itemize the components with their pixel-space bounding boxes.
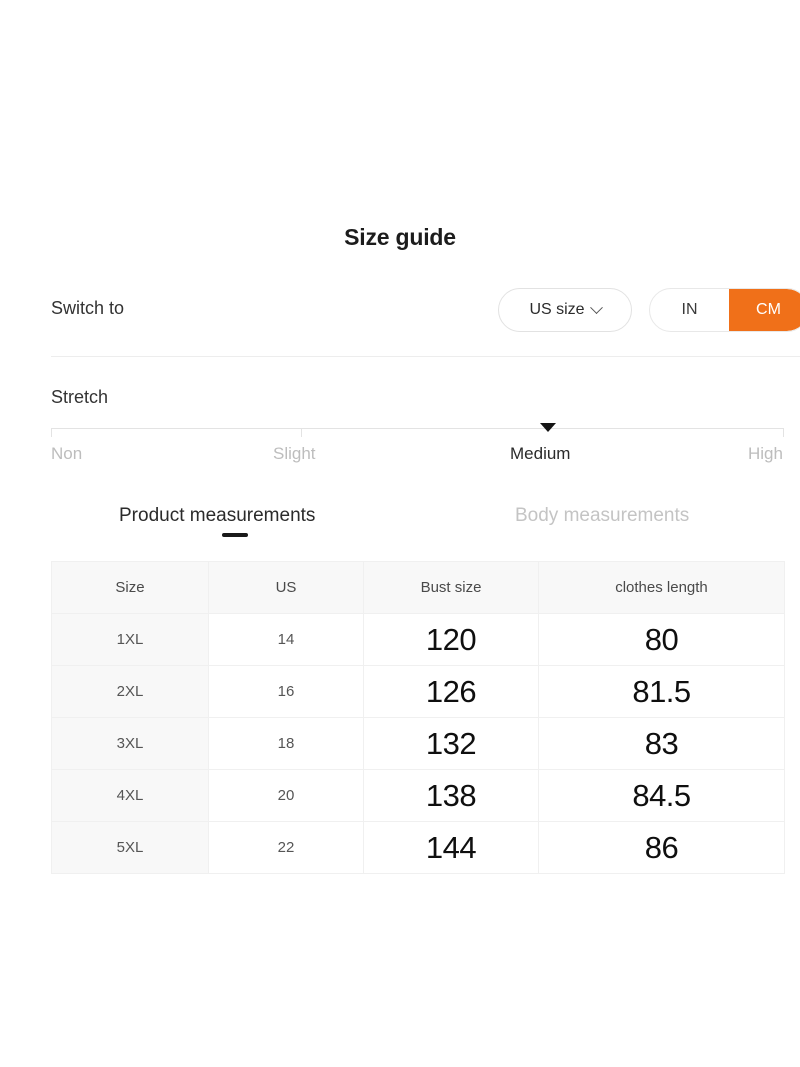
cell-length: 84.5: [539, 770, 785, 822]
chevron-down-icon: [590, 301, 603, 314]
tab-product-measurements[interactable]: Product measurements: [119, 505, 315, 527]
measurement-tabs: Product measurements Body measurements: [51, 505, 784, 547]
cell-length: 81.5: [539, 666, 785, 718]
section-divider: [51, 356, 800, 357]
cell-bust: 144: [364, 822, 539, 874]
cell-bust: 132: [364, 718, 539, 770]
cell-us: 22: [209, 822, 364, 874]
cell-length: 83: [539, 718, 785, 770]
unit-option-cm[interactable]: CM: [729, 289, 800, 331]
stretch-scale-line: [51, 428, 784, 429]
tab-active-indicator: [222, 533, 248, 537]
cell-us: 20: [209, 770, 364, 822]
cell-length: 86: [539, 822, 785, 874]
cell-size: 1XL: [52, 614, 209, 666]
stretch-label: Stretch: [51, 387, 108, 408]
cell-length: 80: [539, 614, 785, 666]
cell-bust: 138: [364, 770, 539, 822]
tab-body-measurements[interactable]: Body measurements: [515, 505, 689, 527]
size-system-value: US size: [529, 301, 584, 319]
column-header-us: US: [209, 562, 364, 614]
table-row: 3XL 18 132 83: [52, 718, 785, 770]
size-guide-page: Size guide Switch to US size IN CM Stret…: [0, 0, 800, 1067]
cell-bust: 120: [364, 614, 539, 666]
switch-to-label: Switch to: [51, 298, 124, 319]
stretch-scale: Non Slight Medium High: [51, 428, 784, 470]
cell-size: 4XL: [52, 770, 209, 822]
cell-us: 14: [209, 614, 364, 666]
triangle-down-marker: [540, 423, 556, 432]
cell-size: 3XL: [52, 718, 209, 770]
cell-us: 18: [209, 718, 364, 770]
page-title: Size guide: [0, 224, 800, 251]
table-row: 2XL 16 126 81.5: [52, 666, 785, 718]
unit-toggle-group[interactable]: IN CM: [649, 288, 800, 332]
table-row: 1XL 14 120 80: [52, 614, 785, 666]
cell-bust: 126: [364, 666, 539, 718]
table-row: 5XL 22 144 86: [52, 822, 785, 874]
switch-units-row: Switch to US size IN CM: [51, 288, 800, 336]
column-header-bust: Bust size: [364, 562, 539, 614]
stretch-tick-2: [783, 428, 784, 437]
stretch-level-non[interactable]: Non: [51, 444, 82, 464]
cell-size: 5XL: [52, 822, 209, 874]
cell-us: 16: [209, 666, 364, 718]
stretch-level-medium[interactable]: Medium: [510, 444, 570, 464]
stretch-level-high[interactable]: High: [748, 444, 783, 464]
table-row: 4XL 20 138 84.5: [52, 770, 785, 822]
unit-option-in[interactable]: IN: [650, 289, 729, 331]
cell-size: 2XL: [52, 666, 209, 718]
column-header-size: Size: [52, 562, 209, 614]
table-header-row: Size US Bust size clothes length: [52, 562, 785, 614]
size-system-dropdown[interactable]: US size: [498, 288, 632, 332]
column-header-length: clothes length: [539, 562, 785, 614]
size-chart-table: Size US Bust size clothes length 1XL 14 …: [51, 561, 785, 874]
stretch-tick-0: [51, 428, 52, 437]
stretch-level-slight[interactable]: Slight: [273, 444, 316, 464]
stretch-tick-1: [301, 428, 302, 437]
